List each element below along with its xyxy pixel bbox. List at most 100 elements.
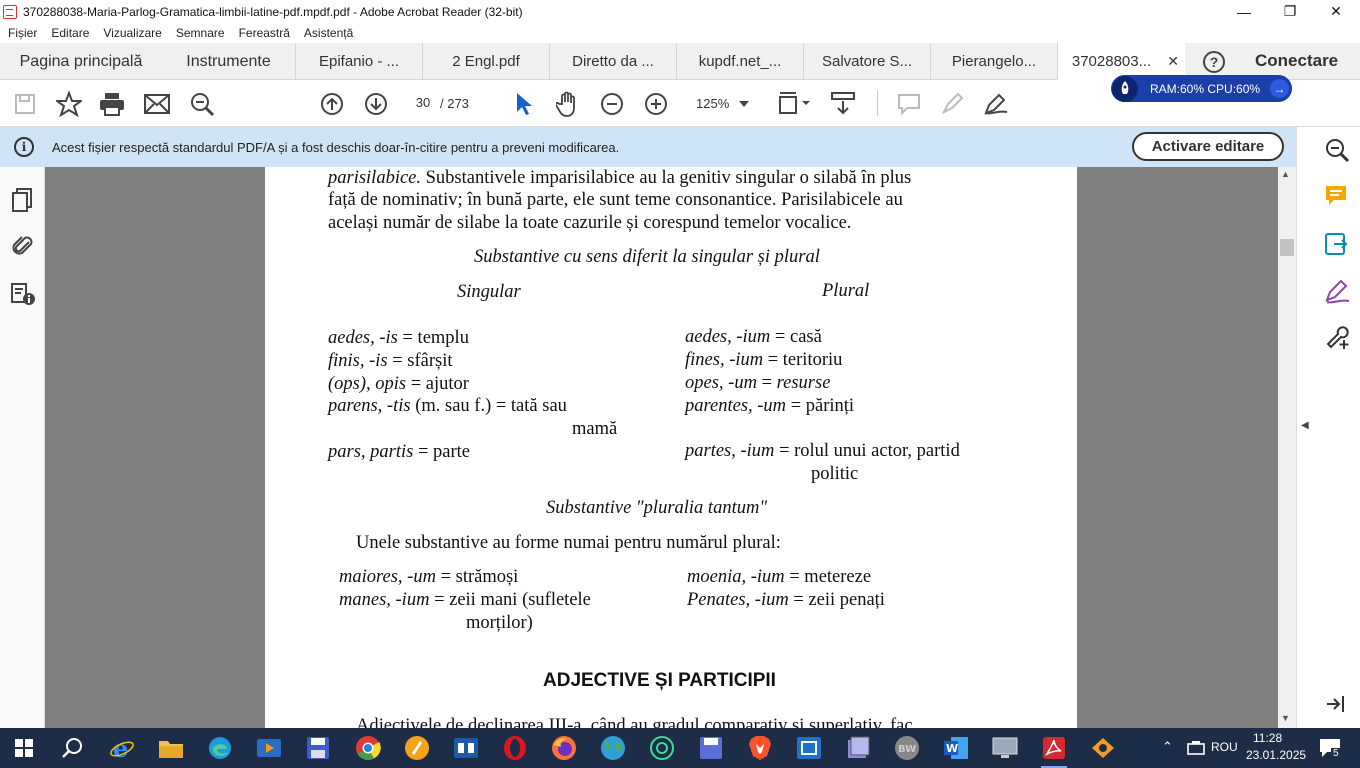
floppy-app-icon[interactable] (695, 732, 727, 764)
scroll-mode-icon[interactable] (829, 80, 857, 127)
zoom-dropdown-chevron-icon[interactable] (737, 80, 751, 127)
tab-doc-salvatore[interactable]: Salvatore S... (804, 43, 931, 80)
info-message: Acest fișier respectă standardul PDF/A ș… (52, 139, 620, 155)
globe-app-icon[interactable] (597, 732, 629, 764)
monitor-app-icon[interactable] (989, 732, 1021, 764)
page-number-input[interactable]: 30 (408, 90, 438, 114)
page-thumbnails-icon[interactable] (10, 187, 36, 213)
windows-start-icon[interactable] (8, 732, 40, 764)
maximize-button[interactable]: ❐ (1267, 0, 1313, 23)
document-viewport[interactable]: parisilabice. Substantivele imparisilabi… (45, 167, 1278, 728)
collapse-right-panel-icon[interactable]: ◀ (1301, 420, 1309, 431)
tab-close-icon[interactable]: ✕ (1167, 53, 1179, 70)
calculator-app-icon[interactable] (450, 732, 482, 764)
export-pdf-icon[interactable] (1324, 231, 1350, 257)
hand-tool-icon[interactable] (554, 80, 582, 127)
fill-sign-icon[interactable] (1324, 278, 1350, 304)
save-disk-app-icon[interactable] (302, 732, 334, 764)
menu-window[interactable]: Fereastră (239, 26, 290, 40)
network-icon[interactable] (1180, 732, 1212, 764)
column-header-singular: Singular (457, 282, 521, 302)
menu-help[interactable]: Asistență (304, 26, 353, 40)
bookmark-star-icon[interactable] (55, 80, 83, 127)
bw-app-icon[interactable]: BW (891, 732, 923, 764)
firefox-icon[interactable] (548, 732, 580, 764)
email-icon[interactable] (143, 80, 171, 127)
row-plural: opes, -um = resurse (685, 373, 831, 393)
tab-doc-engl[interactable]: 2 Engl.pdf (423, 43, 550, 80)
word-icon[interactable]: W (940, 732, 972, 764)
tab-doc-epifanio[interactable]: Epifanio - ... (296, 43, 423, 80)
select-cursor-icon[interactable] (512, 80, 536, 127)
help-icon[interactable]: ? (1203, 51, 1225, 73)
screen-capture-app-icon[interactable] (1087, 732, 1119, 764)
scroll-down-icon[interactable]: ▼ (1281, 713, 1290, 723)
edge-browser-icon[interactable] (204, 732, 236, 764)
zoom-search-icon[interactable] (1324, 137, 1350, 163)
brave-browser-icon[interactable] (744, 732, 776, 764)
attachments-paperclip-icon[interactable] (10, 233, 36, 259)
chrome-icon[interactable] (352, 732, 384, 764)
toolbar-separator (877, 90, 878, 116)
arrow-right-icon[interactable]: → (1270, 79, 1289, 98)
opera-icon[interactable] (499, 732, 531, 764)
enable-editing-button[interactable]: Activare editare (1132, 132, 1284, 161)
document-info-icon[interactable] (10, 281, 36, 307)
minimize-button[interactable]: — (1221, 0, 1267, 23)
comment-tool-icon[interactable] (1324, 184, 1350, 210)
tab-home[interactable]: Pagina principală (0, 43, 162, 80)
zoom-level-select[interactable]: 125% (696, 96, 729, 111)
readonly-info-bar: i Acest fișier respectă standardul PDF/A… (0, 127, 1296, 167)
notifications-icon[interactable] (1314, 732, 1346, 764)
internet-explorer-icon[interactable]: e (106, 732, 138, 764)
page-fit-icon[interactable] (775, 80, 811, 127)
file-explorer-icon[interactable] (155, 732, 187, 764)
box-app-icon[interactable] (793, 732, 825, 764)
next-page-icon[interactable] (362, 80, 390, 127)
title-bar: 370288038-Maria-Parlog-Gramatica-limbii-… (0, 0, 1360, 23)
sign-pen-icon[interactable] (982, 80, 1010, 127)
windows-taskbar: e BW W ⌃ ROU 11:28 23.01.2025 5 (0, 728, 1360, 768)
pt-row-left-continuation: morților) (466, 613, 533, 633)
settings-gear-app-icon[interactable] (646, 732, 678, 764)
tab-tools[interactable]: Instrumente (162, 43, 296, 80)
media-player-icon[interactable] (253, 732, 285, 764)
close-button[interactable]: ✕ (1313, 0, 1359, 23)
connect-button[interactable]: Conectare (1255, 51, 1338, 71)
panel-toggle-icon[interactable] (1324, 693, 1350, 719)
zoom-out-icon[interactable] (598, 80, 626, 127)
tab-doc-kupdf[interactable]: kupdf.net_... (677, 43, 804, 80)
acrobat-reader-icon[interactable] (1038, 732, 1070, 768)
clock-time[interactable]: 11:28 (1253, 731, 1282, 745)
save-icon[interactable] (12, 80, 38, 127)
clock-date[interactable]: 23.01.2025 (1246, 748, 1306, 762)
search-icon[interactable] (56, 732, 88, 764)
print-icon[interactable] (98, 80, 126, 127)
previous-page-icon[interactable] (318, 80, 346, 127)
highlight-pen-icon[interactable] (938, 80, 966, 127)
tab-doc-pierangelo[interactable]: Pierangelo... (931, 43, 1058, 80)
scroll-up-icon[interactable]: ▲ (1281, 169, 1290, 179)
ram-cpu-readout: RAM:60% CPU:60% (1150, 81, 1261, 96)
comment-icon[interactable] (895, 80, 923, 127)
performance-widget[interactable]: RAM:60% CPU:60% → (1111, 75, 1292, 102)
tab-doc-diretto[interactable]: Diretto da ... (550, 43, 677, 80)
zoom-search-icon[interactable] (188, 80, 216, 127)
orange-app-icon[interactable] (401, 732, 433, 764)
pt-row-right: Penates, -ium = zeii penați (687, 590, 885, 610)
language-indicator[interactable]: ROU (1211, 740, 1238, 754)
svg-text:BW: BW (898, 744, 916, 755)
menu-view[interactable]: Vizualizare (103, 26, 161, 40)
scroll-thumb[interactable] (1280, 239, 1294, 256)
row-plural: partes, -ium = rolul unui actor, partid (685, 441, 960, 461)
menu-edit[interactable]: Editare (51, 26, 89, 40)
menu-sign[interactable]: Semnare (176, 26, 225, 40)
row-plural: fines, -ium = teritoriu (685, 350, 843, 370)
menu-file[interactable]: Fișier (8, 26, 37, 40)
more-tools-wrench-icon[interactable] (1324, 324, 1350, 350)
pt-row-left: maiores, -um = strămoși (339, 567, 519, 587)
vertical-scrollbar[interactable]: ▲ ▼ (1278, 167, 1296, 728)
tray-chevron-up-icon[interactable]: ⌃ (1162, 739, 1173, 755)
archive-app-icon[interactable] (842, 732, 874, 764)
zoom-in-icon[interactable] (642, 80, 670, 127)
